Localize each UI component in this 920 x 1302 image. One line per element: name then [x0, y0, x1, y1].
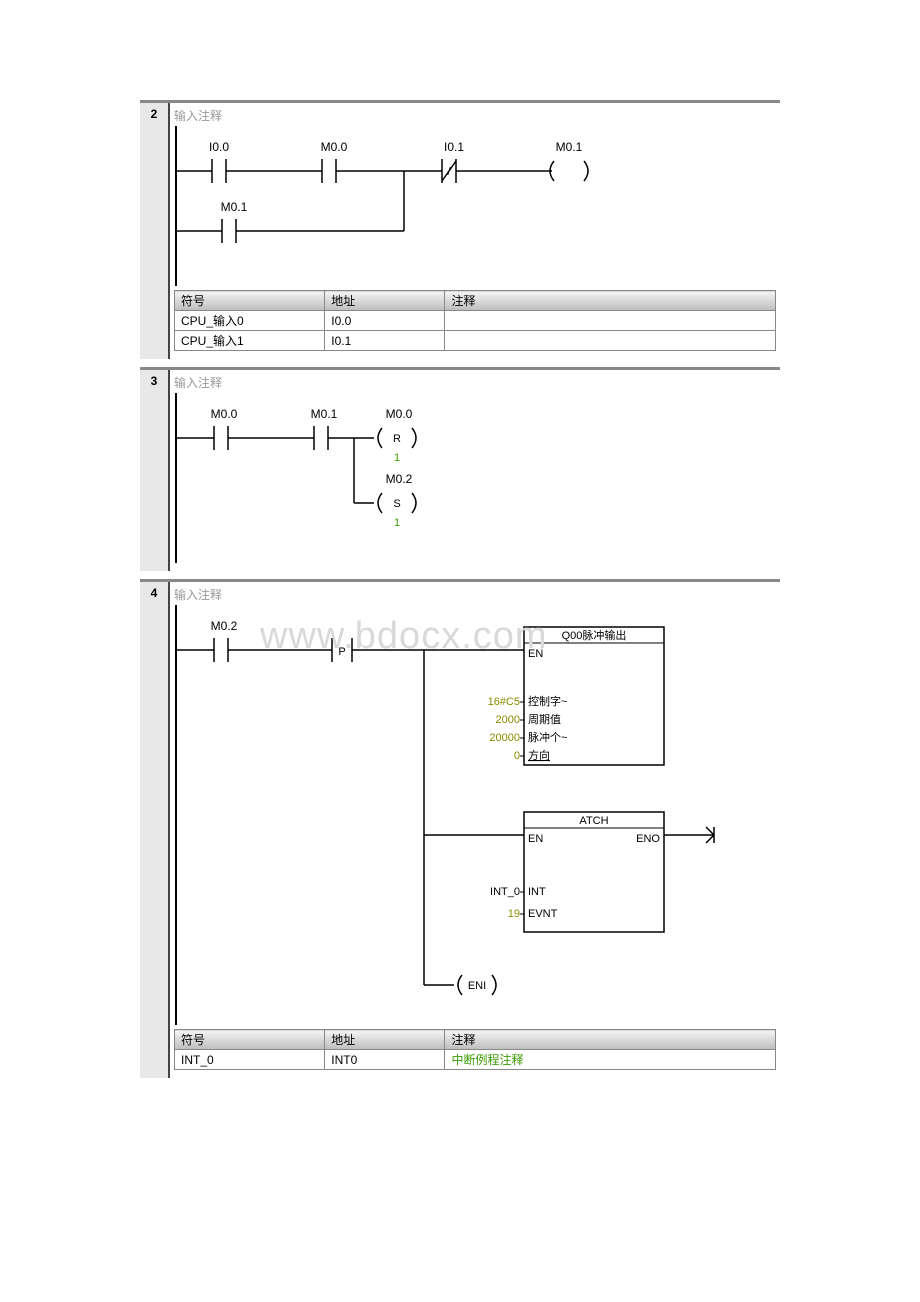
- comment-label: 输入注释: [174, 374, 776, 391]
- svg-text:M0.2: M0.2: [386, 472, 413, 486]
- svg-text:M0.2: M0.2: [211, 619, 238, 633]
- network-number: 2: [140, 103, 170, 359]
- svg-text:2000: 2000: [496, 714, 520, 726]
- symbol-table-2: 符号 地址 注释 CPU_输入0 I0.0 CPU_输入1 I0.1: [174, 290, 776, 351]
- th-symbol: 符号: [175, 1030, 325, 1050]
- comment-label: 输入注释: [174, 586, 776, 603]
- svg-text:0: 0: [514, 750, 520, 762]
- svg-text:ENI: ENI: [468, 980, 486, 992]
- network-4: 4 输入注释 M0.2 P: [140, 579, 780, 1078]
- svg-text:INT_0: INT_0: [490, 886, 520, 898]
- svg-text:EN: EN: [528, 648, 543, 660]
- svg-text:19: 19: [508, 908, 520, 920]
- table-row: CPU_输入0 I0.0: [175, 311, 776, 331]
- network-3: 3 输入注释 M0.0 M0.1: [140, 367, 780, 571]
- svg-text:S: S: [393, 498, 400, 510]
- table-row: CPU_输入1 I0.1: [175, 331, 776, 351]
- ladder-rung-4: M0.2 P Q00脉冲输出 EN 16#C5: [174, 605, 774, 1025]
- svg-text:P: P: [338, 646, 345, 658]
- th-comment: 注释: [445, 291, 776, 311]
- ladder-rung-2: I0.0 M0.0 I0.1 /: [174, 126, 774, 286]
- svg-text:M0.0: M0.0: [211, 407, 238, 421]
- svg-text:M0.1: M0.1: [556, 140, 583, 154]
- svg-text:ENO: ENO: [636, 833, 660, 845]
- svg-text:周期值: 周期值: [528, 713, 561, 726]
- th-comment: 注释: [445, 1030, 776, 1050]
- network-number: 3: [140, 370, 170, 571]
- svg-text:Q00脉冲输出: Q00脉冲输出: [562, 628, 627, 642]
- svg-text:INT: INT: [528, 886, 546, 898]
- ladder-rung-3: M0.0 M0.1 M0.0 R 1: [174, 393, 774, 563]
- comment-label: 输入注释: [174, 107, 776, 124]
- svg-text:R: R: [393, 433, 401, 445]
- svg-text:M0.0: M0.0: [386, 407, 413, 421]
- svg-text:M0.0: M0.0: [321, 140, 348, 154]
- svg-text:M0.1: M0.1: [311, 407, 338, 421]
- svg-text:1: 1: [394, 452, 400, 464]
- svg-text:EVNT: EVNT: [528, 908, 558, 920]
- svg-text:控制字~: 控制字~: [528, 694, 567, 708]
- svg-text:脉冲个~: 脉冲个~: [528, 730, 567, 744]
- svg-text:20000: 20000: [489, 732, 520, 744]
- th-address: 地址: [325, 291, 445, 311]
- svg-text:ATCH: ATCH: [579, 815, 608, 827]
- svg-text:I0.0: I0.0: [209, 140, 229, 154]
- svg-text:EN: EN: [528, 833, 543, 845]
- svg-text:M0.1: M0.1: [221, 200, 248, 214]
- th-address: 地址: [325, 1030, 445, 1050]
- svg-text:I0.1: I0.1: [444, 140, 464, 154]
- svg-text:1: 1: [394, 517, 400, 529]
- network-number: 4: [140, 582, 170, 1078]
- th-symbol: 符号: [175, 291, 325, 311]
- symbol-table-4: 符号 地址 注释 INT_0 INT0 中断例程注释: [174, 1029, 776, 1070]
- network-2: 2 输入注释 I0.0 M0.0: [140, 100, 780, 359]
- svg-text:16#C5: 16#C5: [488, 696, 520, 708]
- svg-text:方向: 方向: [528, 748, 550, 762]
- table-row: INT_0 INT0 中断例程注释: [175, 1050, 776, 1070]
